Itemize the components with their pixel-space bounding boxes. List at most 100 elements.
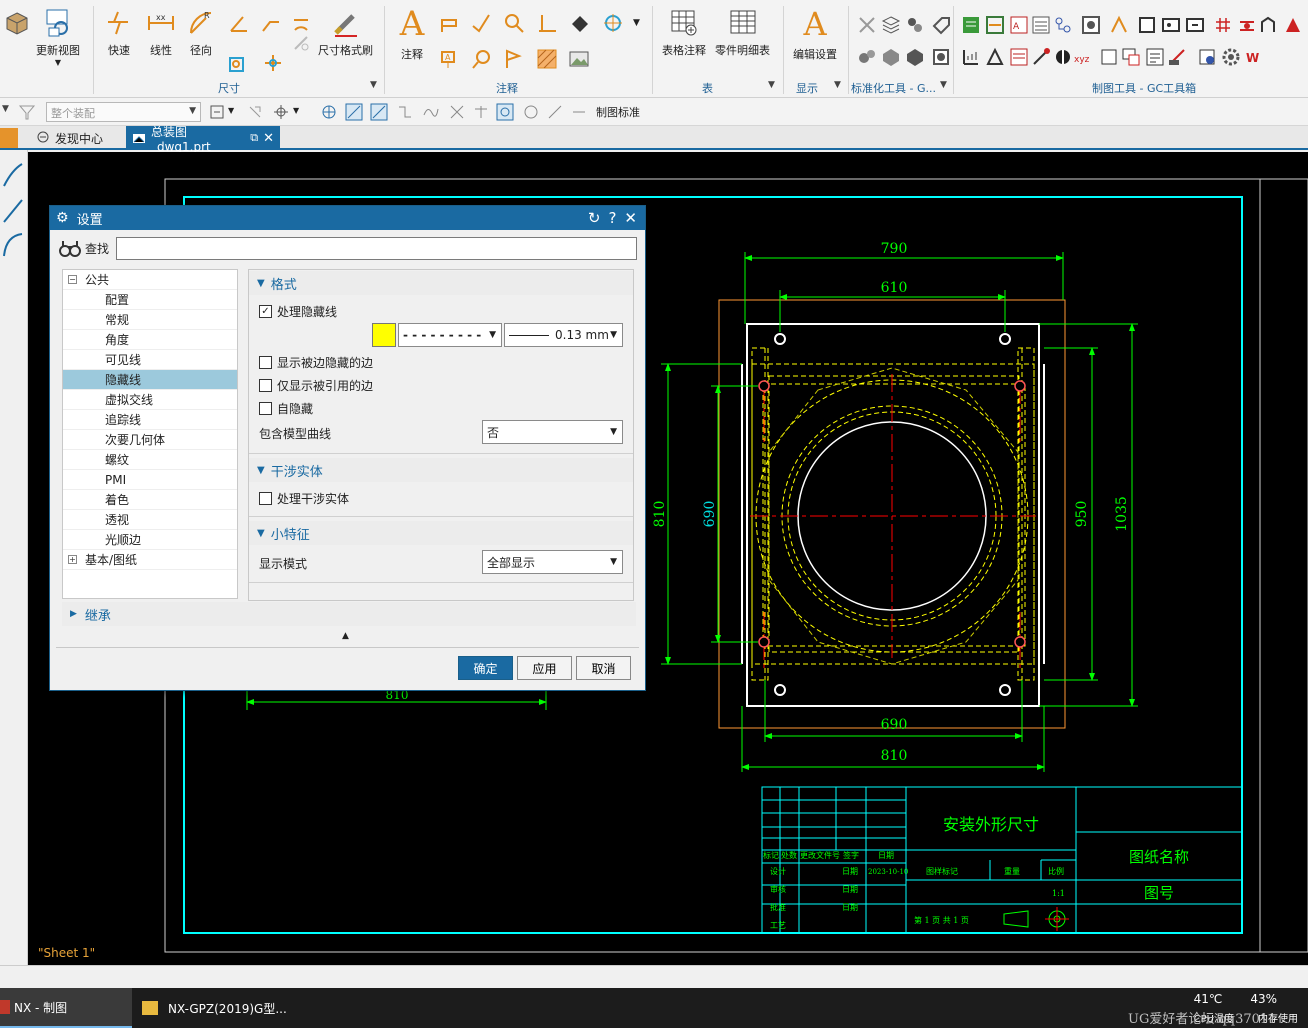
gc-tool-6-icon[interactable] bbox=[1080, 14, 1102, 36]
tab-drawing[interactable]: 总装图_dwg1.prt ⧉ ✕ bbox=[126, 125, 280, 154]
snap-line-icon[interactable] bbox=[345, 103, 363, 121]
gc-tool-1-icon[interactable] bbox=[960, 14, 982, 36]
section-interference[interactable]: ▼ 干涉实体 bbox=[249, 458, 633, 482]
snap-tangent-icon[interactable] bbox=[546, 103, 564, 121]
gc-tool-23-icon[interactable] bbox=[1144, 46, 1166, 68]
gc-tool-21-icon[interactable] bbox=[1098, 46, 1120, 68]
gc-tool-25-icon[interactable] bbox=[1196, 46, 1218, 68]
include-model-curves-select[interactable]: 否 ▼ bbox=[482, 420, 623, 444]
apply-button[interactable]: 应用 bbox=[517, 656, 572, 680]
section-small-features[interactable]: ▼ 小特征 bbox=[249, 521, 633, 545]
gc-tool-4-icon[interactable] bbox=[1030, 14, 1052, 36]
snap-quadrant-icon[interactable] bbox=[522, 103, 540, 121]
close-icon[interactable]: ✕ bbox=[263, 131, 274, 146]
snap-intersection-icon[interactable] bbox=[448, 103, 466, 121]
gc-tool-24-icon[interactable] bbox=[1166, 46, 1188, 68]
popout-icon[interactable]: ⧉ bbox=[250, 131, 258, 145]
weld-symbol-icon[interactable] bbox=[536, 12, 558, 34]
gc-tool-14-icon[interactable] bbox=[1282, 14, 1304, 36]
ordinate-dimension-icon[interactable] bbox=[262, 52, 284, 74]
std-tool-tag-icon[interactable] bbox=[930, 14, 952, 36]
tree-item-general[interactable]: 常规 bbox=[63, 310, 237, 330]
tree-item-config[interactable]: 配置 bbox=[63, 290, 237, 310]
std-tool-parts-icon[interactable] bbox=[904, 14, 926, 36]
tree-item-virtual-intersection[interactable]: 虚拟交线 bbox=[63, 390, 237, 410]
collapse-icon[interactable]: − bbox=[68, 275, 77, 284]
find-input[interactable] bbox=[116, 237, 637, 260]
gc-tool-18-icon[interactable] bbox=[1030, 46, 1052, 68]
note-button[interactable]: A 注释 bbox=[397, 4, 427, 62]
feature-control-frame-icon[interactable] bbox=[438, 12, 460, 34]
only-referenced-edges-row[interactable]: 仅显示被引用的边 bbox=[259, 377, 373, 394]
tree-item-shading[interactable]: 着色 bbox=[63, 490, 237, 510]
show-hidden-by-edges-checkbox[interactable] bbox=[259, 356, 272, 369]
triangle-icon[interactable] bbox=[984, 46, 1006, 68]
gc-tool-15-icon[interactable] bbox=[960, 46, 982, 68]
std-tool-6-icon[interactable] bbox=[880, 46, 902, 68]
gc-tool-27-icon[interactable]: W bbox=[1246, 46, 1268, 68]
line-width-select[interactable]: 0.13 mm ▼ bbox=[504, 323, 623, 347]
chevron-down-icon[interactable]: ▼ bbox=[228, 106, 234, 115]
target-point-icon[interactable] bbox=[602, 12, 624, 34]
select-component-icon[interactable] bbox=[246, 103, 264, 121]
update-view-button[interactable]: 更新视图 ▼ bbox=[36, 8, 80, 67]
std-tool-5-icon[interactable] bbox=[856, 46, 878, 68]
gc-tool-10-icon[interactable] bbox=[1184, 14, 1206, 36]
chevron-down-icon[interactable]: ▼ bbox=[293, 106, 299, 115]
gc-tool-3-icon[interactable]: A bbox=[1008, 14, 1030, 36]
group-dropdown-icon[interactable]: ▼ bbox=[834, 80, 841, 90]
group-dropdown-icon[interactable]: ▼ bbox=[768, 80, 775, 90]
self-hidden-row[interactable]: 自隐藏 bbox=[259, 400, 313, 417]
taskbar-folder[interactable]: NX-GPZ(2019)G型... bbox=[142, 988, 292, 1028]
gc-settings-gear-icon[interactable] bbox=[1220, 46, 1242, 68]
gc-tool-8-icon[interactable] bbox=[1136, 14, 1158, 36]
tree-item-angle[interactable]: 角度 bbox=[63, 330, 237, 350]
process-hidden-checkbox[interactable]: ✓ bbox=[259, 305, 272, 318]
fill-symbol-icon[interactable] bbox=[568, 12, 590, 34]
std-tool-layers-icon[interactable] bbox=[880, 14, 902, 36]
show-hidden-by-edges-row[interactable]: 显示被边隐藏的边 bbox=[259, 354, 373, 371]
tree-item-visible-lines[interactable]: 可见线 bbox=[63, 350, 237, 370]
xyz-icon[interactable]: xyz bbox=[1074, 46, 1096, 68]
cancel-button[interactable]: 取消 bbox=[576, 656, 631, 680]
gc-tool-2-icon[interactable] bbox=[984, 14, 1006, 36]
self-hidden-checkbox[interactable] bbox=[259, 402, 272, 415]
tree-item-thread[interactable]: 螺纹 bbox=[63, 450, 237, 470]
process-hidden-lines-row[interactable]: ✓ 处理隐藏线 bbox=[259, 303, 337, 320]
edit-settings-button[interactable]: A 编辑设置 bbox=[793, 5, 837, 62]
snap-center-icon[interactable] bbox=[496, 103, 514, 121]
drafting-standard-button[interactable]: 制图标准 bbox=[596, 104, 640, 120]
snap-spline-icon[interactable] bbox=[422, 103, 440, 121]
zoom-balloon-icon[interactable] bbox=[503, 12, 525, 34]
line-tool-icon[interactable] bbox=[2, 196, 24, 226]
section-format[interactable]: ▼ 格式 bbox=[249, 271, 633, 295]
select-mode-icon[interactable] bbox=[208, 103, 226, 121]
id-symbol-icon[interactable] bbox=[470, 48, 492, 70]
gc-tool-13-icon[interactable] bbox=[1258, 14, 1280, 36]
tree-item-perspective[interactable]: 透视 bbox=[63, 510, 237, 530]
box-view-button[interactable] bbox=[2, 8, 32, 38]
parts-list-button[interactable]: 零件明细表 bbox=[715, 8, 770, 58]
chevron-down-icon[interactable]: ▼ bbox=[55, 58, 61, 67]
std-tool-8-icon[interactable] bbox=[930, 46, 952, 68]
snap-midpoint-icon[interactable] bbox=[370, 103, 388, 121]
snap-endpoint-icon[interactable] bbox=[320, 103, 338, 121]
curve-tool-icon[interactable] bbox=[2, 160, 24, 190]
std-tool-1-icon[interactable] bbox=[856, 14, 878, 36]
tree-item-pmi[interactable]: PMI bbox=[63, 470, 237, 490]
group-dropdown-icon[interactable]: ▼ bbox=[940, 80, 947, 90]
help-icon[interactable]: ? bbox=[608, 209, 616, 227]
surface-finish-icon[interactable]: A bbox=[438, 48, 460, 70]
feature-param-icon[interactable] bbox=[290, 32, 312, 54]
tree-node-common[interactable]: − 公共 bbox=[63, 270, 237, 290]
gc-tool-22-icon[interactable] bbox=[1120, 46, 1142, 68]
display-mode-select[interactable]: 全部显示 ▼ bbox=[482, 550, 623, 574]
process-interference-row[interactable]: 处理干涉实体 bbox=[259, 490, 349, 507]
gc-tool-9-icon[interactable] bbox=[1160, 14, 1182, 36]
section-inherit[interactable]: ▶ 继承 bbox=[62, 602, 636, 626]
move-icon[interactable] bbox=[0, 128, 18, 148]
gc-tool-11-icon[interactable] bbox=[1212, 14, 1234, 36]
gc-tool-7-icon[interactable] bbox=[1108, 14, 1130, 36]
ok-button[interactable]: 确定 bbox=[458, 656, 513, 680]
group-dropdown-icon[interactable]: ▼ bbox=[370, 80, 377, 90]
